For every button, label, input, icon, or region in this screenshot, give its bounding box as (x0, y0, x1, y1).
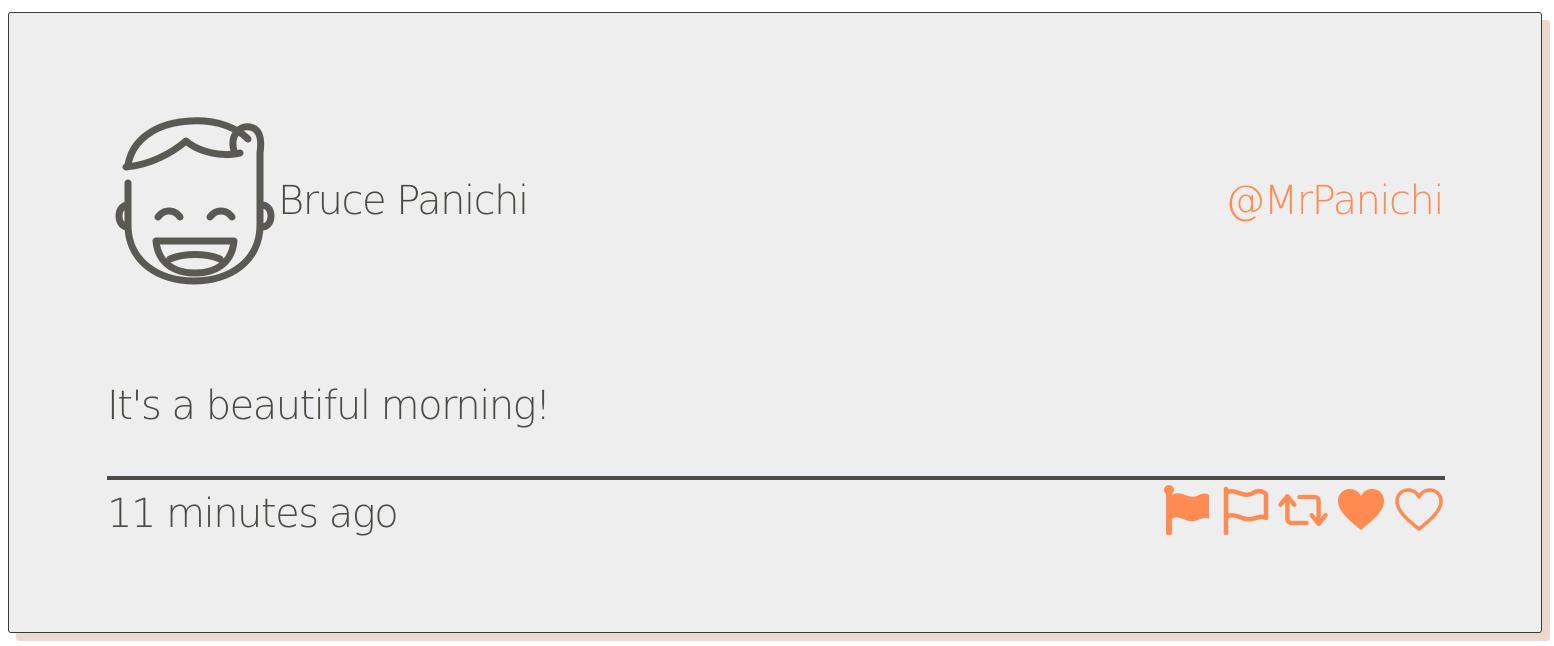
smiling-face-avatar-icon (115, 117, 275, 285)
timestamp: 11 minutes ago (107, 491, 399, 537)
divider (107, 476, 1445, 480)
like-outline-button[interactable] (1393, 485, 1445, 535)
user-name[interactable]: Bruce Panichi (278, 178, 529, 224)
like-filled-button[interactable] (1335, 485, 1387, 535)
tweet-message: It's a beautiful morning! (107, 383, 551, 429)
flag-outline-icon (1223, 486, 1269, 535)
flag-outline-button[interactable] (1219, 485, 1271, 535)
tweet-card: Bruce Panichi @MrPanichi It's a beautifu… (8, 12, 1542, 633)
heart-filled-icon (1338, 489, 1384, 530)
user-handle-link[interactable]: @MrPanichi (1225, 178, 1444, 224)
avatar[interactable] (114, 113, 282, 285)
retweet-button[interactable] (1277, 485, 1329, 535)
flag-filled-button[interactable] (1161, 485, 1213, 535)
tweet-actions (1161, 485, 1445, 535)
retweet-icon (1278, 493, 1328, 527)
flag-filled-icon (1164, 485, 1209, 535)
heart-outline-icon (1395, 488, 1443, 531)
